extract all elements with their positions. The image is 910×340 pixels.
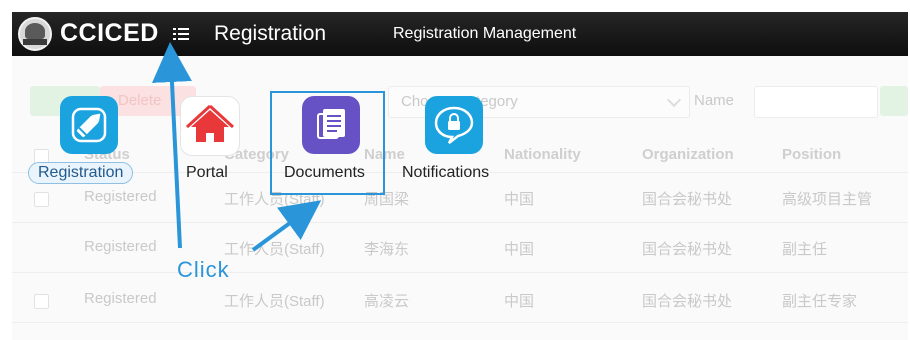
click-annotation-label: Click	[177, 257, 230, 282]
arrow-to-documents	[251, 200, 322, 252]
arrow-to-menu	[151, 42, 192, 249]
click-arrows	[151, 42, 322, 252]
